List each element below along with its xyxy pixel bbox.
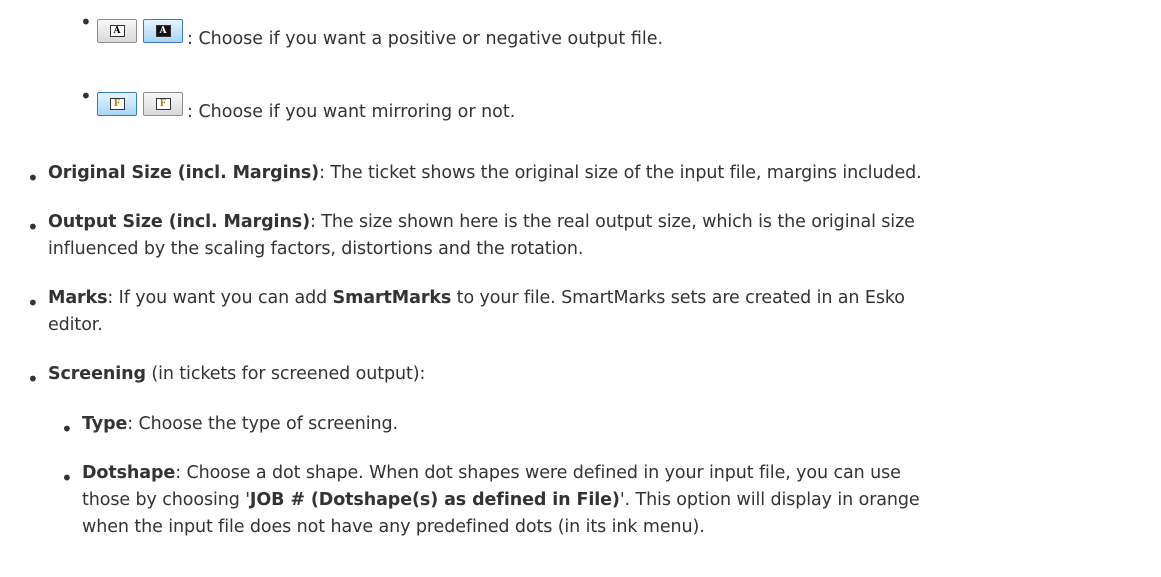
item-label: Screening (48, 364, 146, 384)
bullet: • (61, 466, 73, 490)
mirror-on-button[interactable]: F (97, 92, 137, 116)
list-item-screening: Screening (in tickets for screened outpu… (48, 361, 425, 388)
bullet: • (61, 417, 73, 441)
bullet: • (27, 215, 39, 239)
mirror-off-icon: F (155, 98, 171, 110)
item-text: : The size shown here is the real output… (310, 212, 915, 232)
list-item-marks-line2: editor. (48, 312, 103, 339)
item-text: influenced by the scaling factors, disto… (48, 239, 584, 259)
bullet: • (27, 291, 39, 315)
item-label: Output Size (incl. Margins) (48, 212, 311, 232)
bullet: • (27, 166, 39, 190)
polarity-description: : Choose if you want a positive or negat… (187, 29, 664, 49)
item-label: Dotshape (82, 463, 176, 483)
item-text: (in tickets for screened output): (145, 364, 426, 384)
item-label: Original Size (incl. Margins) (48, 163, 320, 183)
bullet: • (80, 84, 92, 108)
mirroring-row: F F : Choose if you want mirroring or no… (97, 92, 515, 122)
list-item-output-size: Output Size (incl. Margins): The size sh… (48, 209, 915, 236)
item-text: : Choose a dot shape. When dot shapes we… (175, 463, 901, 483)
list-item-marks: Marks: If you want you can add SmartMark… (48, 285, 905, 312)
bullet: • (27, 367, 39, 391)
item-text: : The ticket shows the original size of … (319, 163, 922, 183)
negative-output-button[interactable]: A (143, 19, 183, 43)
negative-a-icon: A (155, 25, 171, 37)
item-text: those by choosing ' (82, 490, 250, 510)
polarity-row: A A : Choose if you want a positive or n… (97, 19, 663, 49)
item-text: : Choose the type of screening. (127, 414, 398, 434)
mirror-on-icon: F (109, 98, 125, 110)
document-page: • A A : Choose if you want a positive or… (0, 0, 1161, 577)
bullet: • (80, 10, 92, 34)
item-text: editor. (48, 315, 103, 335)
item-label: Type (82, 414, 128, 434)
item-label-job: JOB # (Dotshape(s) as defined in File) (249, 490, 620, 510)
positive-a-icon: A (109, 25, 125, 37)
list-item-original-size: Original Size (incl. Margins): The ticke… (48, 160, 922, 187)
mirror-off-button[interactable]: F (143, 92, 183, 116)
list-item-output-size-line2: influenced by the scaling factors, disto… (48, 236, 583, 263)
sublist-item-dotshape-line2: those by choosing 'JOB # (Dotshape(s) as… (82, 487, 920, 514)
item-label-smartmarks: SmartMarks (332, 288, 452, 308)
mirroring-description: : Choose if you want mirroring or not. (187, 102, 516, 122)
item-text: when the input file does not have any pr… (82, 517, 705, 537)
positive-output-button[interactable]: A (97, 19, 137, 43)
item-label: Marks (48, 288, 108, 308)
sublist-item-dotshape: Dotshape: Choose a dot shape. When dot s… (82, 460, 901, 487)
item-text: to your file. SmartMarks sets are create… (451, 288, 905, 308)
sublist-item-type: Type: Choose the type of screening. (82, 411, 398, 438)
sublist-item-dotshape-line3: when the input file does not have any pr… (82, 514, 705, 541)
item-text: '. This option will display in orange (619, 490, 920, 510)
item-text: : If you want you can add (107, 288, 333, 308)
